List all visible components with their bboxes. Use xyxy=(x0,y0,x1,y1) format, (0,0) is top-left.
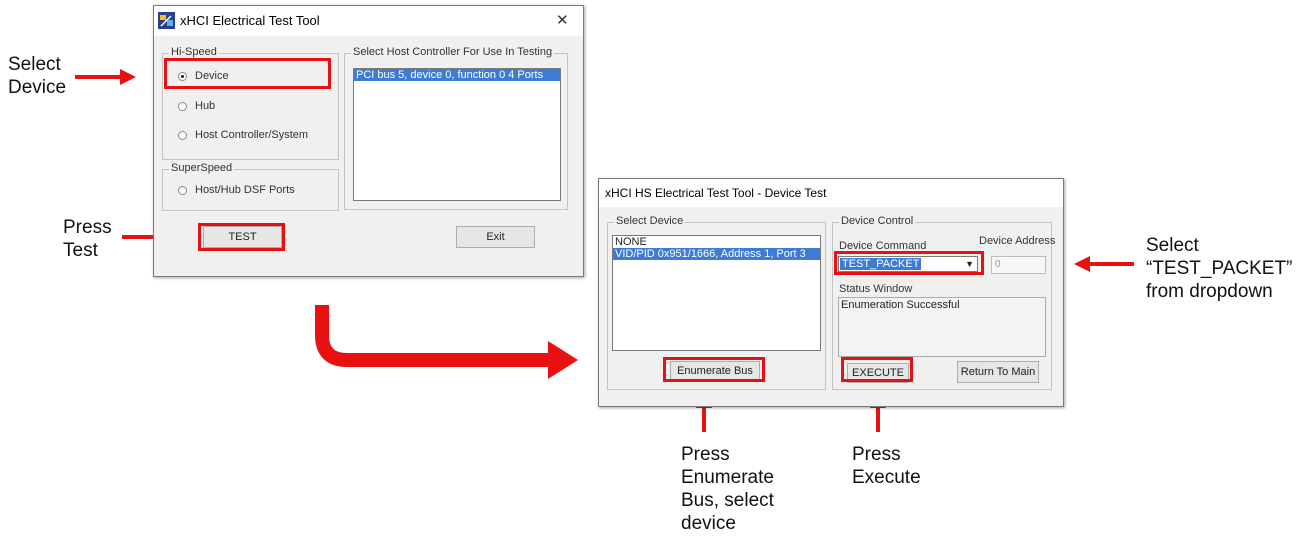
superspeed-group: SuperSpeed Host/Hub DSF Ports xyxy=(162,162,339,211)
status-window: Enumeration Successful xyxy=(838,297,1046,357)
annotation-press-execute: Press Execute xyxy=(852,444,921,488)
list-item[interactable]: NONE xyxy=(613,236,820,248)
main-titlebar: xHCI Electrical Test Tool ✕ xyxy=(154,6,583,36)
device-listbox[interactable]: NONE VID/PID 0x951/1666, Address 1, Port… xyxy=(612,235,821,351)
list-item[interactable]: VID/PID 0x951/1666, Address 1, Port 3 xyxy=(613,248,820,260)
select-device-group-label: Select Device xyxy=(614,215,686,227)
device-address-field[interactable]: 0 xyxy=(991,256,1046,274)
device-address-value: 0 xyxy=(995,259,1001,270)
device-command-value: TEST_PACKET xyxy=(840,258,922,270)
device-control-group-label: Device Control xyxy=(839,215,916,227)
radio-hub-label: Hub xyxy=(195,100,216,112)
device-test-window: xHCI HS Electrical Test Tool - Device Te… xyxy=(598,178,1064,407)
usb-app-icon xyxy=(158,12,175,29)
enumerate-bus-button[interactable]: Enumerate Bus xyxy=(670,361,760,381)
chevron-down-icon[interactable]: ▼ xyxy=(965,257,974,271)
select-device-group: Select Device NONE VID/PID 0x951/1666, A… xyxy=(607,215,826,390)
list-item[interactable]: PCI bus 5, device 0, function 0 4 Ports xyxy=(354,69,560,81)
close-icon[interactable]: ✕ xyxy=(556,11,569,29)
return-to-main-button[interactable]: Return To Main xyxy=(957,361,1039,383)
device-command-dropdown[interactable]: TEST_PACKET ▼ xyxy=(838,256,978,272)
radio-device[interactable]: Device xyxy=(178,70,229,82)
device-command-label: Device Command xyxy=(839,240,927,252)
status-text: Enumeration Successful xyxy=(841,299,960,311)
annotation-select-test-packet: Select “TEST_PACKET” from dropdown xyxy=(1146,235,1293,302)
radio-device-label: Device xyxy=(195,70,229,82)
device-titlebar: xHCI HS Electrical Test Tool - Device Te… xyxy=(599,179,1063,207)
radio-unchecked-icon xyxy=(178,130,187,140)
status-window-label: Status Window xyxy=(839,283,913,295)
main-window: xHCI Electrical Test Tool ✕ Hi-Speed Dev… xyxy=(153,5,584,277)
annotation-press-test: Press Test xyxy=(63,217,112,261)
device-control-group: Device Control Device Command Device Add… xyxy=(832,215,1056,390)
test-button[interactable]: TEST xyxy=(203,226,282,248)
device-address-label: Device Address xyxy=(979,235,1056,247)
controller-group: Select Host Controller For Use In Testin… xyxy=(344,46,568,210)
radio-unchecked-icon xyxy=(178,101,187,111)
arrow-flow-head xyxy=(548,341,578,379)
controller-listbox[interactable]: PCI bus 5, device 0, function 0 4 Ports xyxy=(353,68,561,201)
radio-host-controller-label: Host Controller/System xyxy=(195,129,309,141)
execute-button[interactable]: EXECUTE xyxy=(847,363,909,383)
exit-button[interactable]: Exit xyxy=(456,226,535,248)
radio-unchecked-icon xyxy=(178,185,187,195)
controller-group-label: Select Host Controller For Use In Testin… xyxy=(351,46,555,58)
superspeed-group-label: SuperSpeed xyxy=(169,162,235,174)
radio-host-hub-dsf-label: Host/Hub DSF Ports xyxy=(195,184,295,196)
hispeed-group: Hi-Speed Device Hub Host Controller/Syst… xyxy=(162,46,339,160)
annotation-select-device: Select Device xyxy=(8,54,67,98)
radio-hub[interactable]: Hub xyxy=(178,100,215,112)
radio-host-hub-dsf[interactable]: Host/Hub DSF Ports xyxy=(178,184,295,196)
main-window-title: xHCI Electrical Test Tool xyxy=(180,13,320,28)
radio-checked-icon xyxy=(178,71,187,81)
hispeed-group-label: Hi-Speed xyxy=(169,46,219,58)
annotation-press-enumerate: Press Enumerate Bus, select device xyxy=(681,444,774,534)
arrow-flow-curve xyxy=(315,305,550,367)
radio-host-controller[interactable]: Host Controller/System xyxy=(178,129,308,141)
device-window-title: xHCI HS Electrical Test Tool - Device Te… xyxy=(605,186,827,200)
